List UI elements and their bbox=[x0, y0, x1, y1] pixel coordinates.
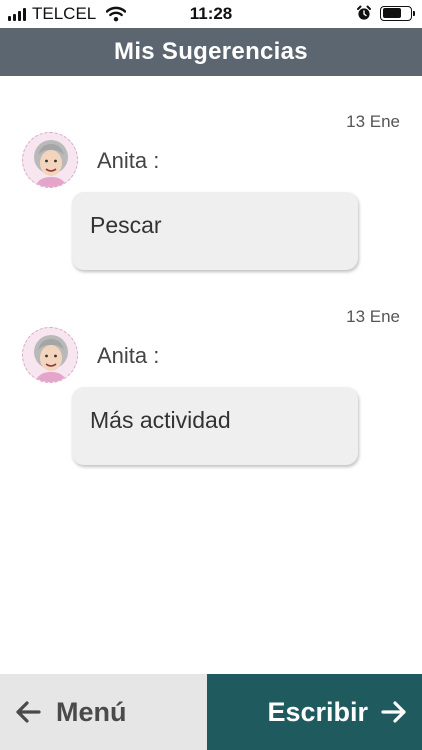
battery-icon bbox=[380, 5, 415, 21]
arrow-right-icon bbox=[381, 701, 406, 723]
sender-name: Anita : bbox=[97, 343, 160, 368]
alarm-icon bbox=[357, 5, 371, 20]
status-right bbox=[356, 5, 415, 21]
avatar bbox=[22, 327, 78, 383]
write-button[interactable]: Escribir bbox=[207, 674, 422, 750]
avatar bbox=[22, 132, 78, 188]
avatar-image bbox=[34, 335, 68, 382]
sender-name: Anita : bbox=[97, 148, 160, 173]
message-bubble: Pescar bbox=[72, 192, 358, 270]
menu-button-label: Menú bbox=[56, 696, 127, 727]
battery-fill bbox=[382, 8, 402, 18]
app-header: Mis Sugerencias bbox=[0, 28, 422, 76]
page-title: Mis Sugerencias bbox=[114, 38, 308, 65]
write-button-label: Escribir bbox=[267, 696, 368, 727]
message-date: 13 Ene bbox=[346, 307, 400, 326]
message-date: 13 Ene bbox=[346, 112, 400, 131]
message-bubble: Más actividad bbox=[72, 387, 358, 465]
bottom-bar: Menú Escribir bbox=[0, 674, 422, 750]
status-bar: TELCEL 11:28 bbox=[0, 0, 422, 28]
avatar-image bbox=[34, 140, 68, 187]
arrow-left-icon bbox=[16, 701, 41, 723]
menu-button[interactable]: Menú bbox=[0, 674, 207, 750]
